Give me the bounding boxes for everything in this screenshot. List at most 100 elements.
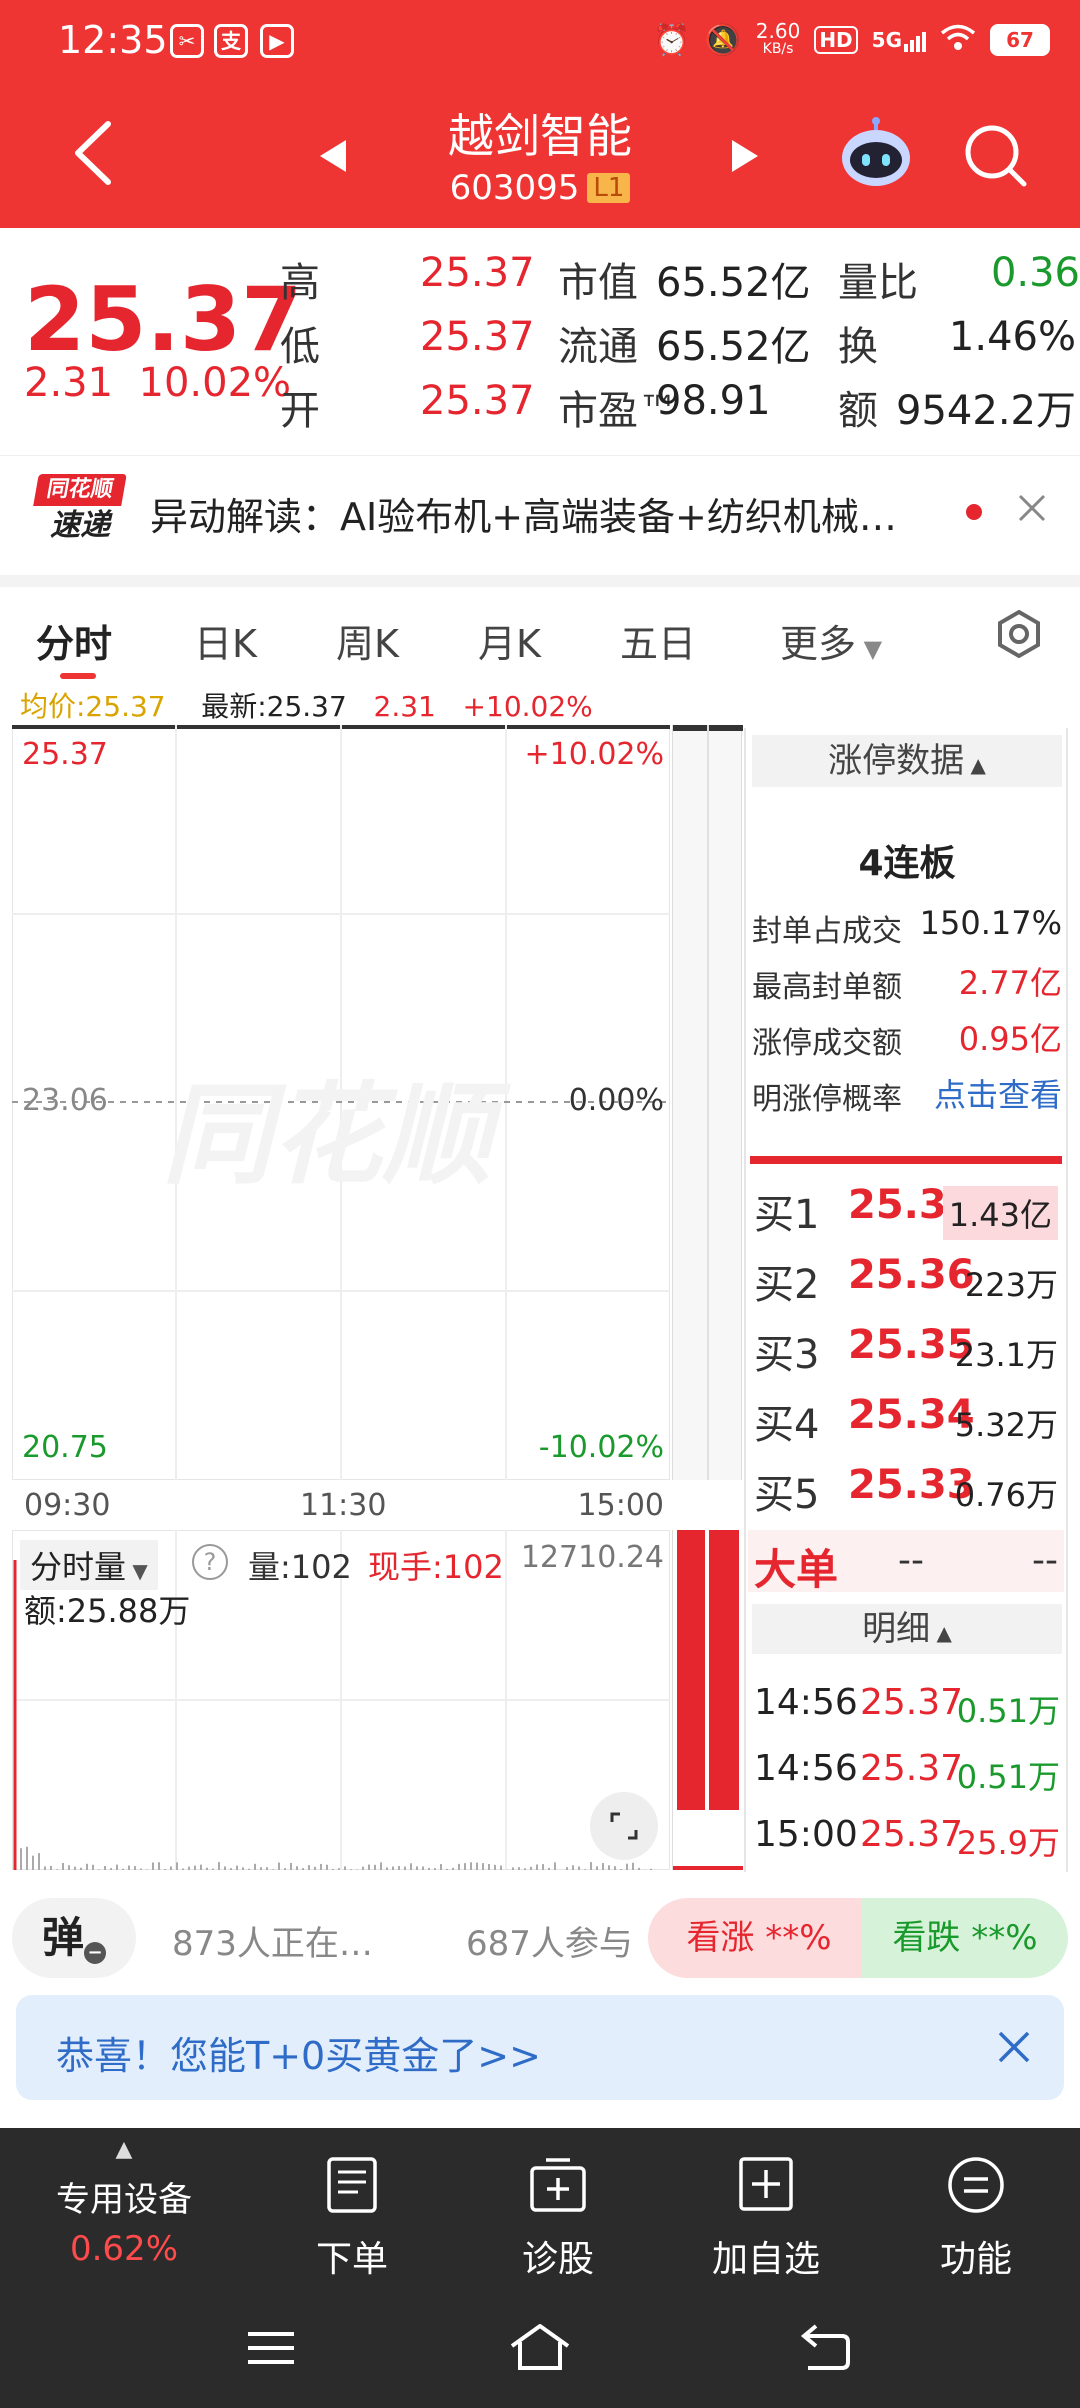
big-order-value-2: -- xyxy=(1032,1540,1058,1581)
stock-code: 603095 xyxy=(449,168,580,208)
stock-name: 越剑智能 xyxy=(448,109,632,163)
volume-amount: 额:25.88万 xyxy=(24,1592,191,1630)
bid-row[interactable]: 买5 25.33 0.76万 xyxy=(748,1452,1064,1520)
next-limit-prob-link[interactable]: 点击查看 xyxy=(934,1070,1062,1116)
intraday-chart[interactable]: 同花顺 25.37 +10.02% 23.06 0.00% 20.75 -10.… xyxy=(12,725,670,1480)
volume-dropdown[interactable]: 分时量 ▼ xyxy=(20,1540,158,1590)
help-icon[interactable]: ? xyxy=(192,1544,228,1580)
limit-up-header-label: 涨停数据 xyxy=(828,741,965,781)
online-count: 873人正在… xyxy=(172,1924,373,1964)
market-cap-value: 65.52亿 xyxy=(656,260,811,306)
system-home-button[interactable] xyxy=(508,2322,572,2376)
danmu-button[interactable]: 弹 − xyxy=(12,1898,136,1978)
panel-divider xyxy=(750,1156,1062,1164)
volume-bar xyxy=(410,1863,412,1870)
wifi-icon xyxy=(940,24,976,57)
volume-bar xyxy=(368,1864,370,1870)
time-axis-end: 15:00 xyxy=(577,1488,664,1523)
tab-five-day[interactable]: 五日 xyxy=(620,613,696,668)
bid-row[interactable]: 买4 25.34 5.32万 xyxy=(748,1382,1064,1450)
bid-volume: 0.76万 xyxy=(954,1476,1058,1514)
close-icon[interactable] xyxy=(996,2029,1032,2069)
volume-bar xyxy=(272,1869,274,1870)
nav-order-label: 下单 xyxy=(315,2239,388,2280)
detail-price: 25.37 xyxy=(860,1814,964,1855)
logo-top-text: 同花顺 xyxy=(33,474,127,506)
bid-price: 25.36 xyxy=(848,1252,975,1298)
bid-volume: 5.32万 xyxy=(954,1406,1058,1444)
volume-bar xyxy=(68,1865,70,1870)
fullscreen-icon[interactable] xyxy=(590,1792,658,1860)
detail-list: 14:56 25.37 0.51万 14:56 25.37 0.51万 15:0… xyxy=(752,1676,1062,1876)
volume-bar xyxy=(302,1868,304,1870)
bid-row[interactable]: 买2 25.36 223万 xyxy=(748,1242,1064,1310)
nav-special-pct: 0.62% xyxy=(69,2229,178,2269)
tonghuashun-express-logo: 同花顺 速递 xyxy=(33,474,127,548)
detail-header[interactable]: 明细 ▲ xyxy=(752,1604,1062,1654)
robot-assistant-icon[interactable] xyxy=(838,116,914,196)
volume-bar xyxy=(578,1866,580,1870)
high-value: 25.37 xyxy=(420,250,535,296)
volume-bar xyxy=(230,1868,232,1870)
volume-chart[interactable]: 分时量 ▼ ? 量:102 现手:102 12710.24 额:25.88万 xyxy=(12,1530,670,1870)
bid-label: 买4 xyxy=(754,1402,820,1448)
chevron-down-icon: ▼ xyxy=(856,635,883,663)
tab-intraday[interactable]: 分时 xyxy=(36,613,112,668)
volume-bar xyxy=(530,1866,532,1870)
banner-text[interactable]: 恭喜！您能T+0买黄金了>> xyxy=(56,2025,541,2080)
nav-special-label: 专用设备 xyxy=(56,2180,192,2220)
bearish-button[interactable]: 看跌 **% xyxy=(862,1898,1068,1978)
nav-diagnose[interactable]: 诊股 xyxy=(468,2156,648,2282)
nav-special-equipment[interactable]: ▲ 专用设备 0.62% xyxy=(34,2138,214,2288)
volume-bar xyxy=(392,1866,394,1870)
vote-bar: 弹 − 873人正在… 687人参与 看涨 **% 看跌 **% xyxy=(12,1898,1068,1978)
header: 12:35 ✂ 支 ▶ ⏰ 🔕 2.60 KB/s HD 5G 67 越剑智能 … xyxy=(0,0,1080,228)
volume-bar xyxy=(134,1866,136,1870)
volume-bar xyxy=(56,1869,58,1870)
limit-up-header[interactable]: 涨停数据 ▲ xyxy=(752,735,1062,787)
volume-bar xyxy=(62,1862,64,1870)
nav-order[interactable]: 下单 xyxy=(262,2156,442,2282)
volume-bar xyxy=(74,1866,76,1870)
volume-bar xyxy=(50,1865,52,1870)
news-text[interactable]: 异动解读：AI验布机+高端装备+纺织机械… xyxy=(150,486,897,541)
bid-label: 买1 xyxy=(754,1192,820,1238)
limit-turnover-label: 涨停成交额 xyxy=(752,1026,902,1061)
volume-bar xyxy=(170,1866,172,1870)
tab-daily-k[interactable]: 日K xyxy=(194,613,257,668)
nav-add-watchlist[interactable]: 加自选 xyxy=(676,2156,856,2282)
bid-row[interactable]: 买3 25.35 23.1万 xyxy=(748,1312,1064,1380)
latest-pct: +10.02% xyxy=(462,690,593,723)
volume-bar xyxy=(488,1864,490,1870)
volume-value: 量:102 xyxy=(248,1548,352,1586)
auction-strip xyxy=(672,725,743,1480)
tab-weekly-k[interactable]: 周K xyxy=(336,613,399,668)
search-icon[interactable] xyxy=(962,122,1028,192)
bid-row[interactable]: 买1 25.37 1.43亿 xyxy=(748,1172,1064,1240)
volume-bar xyxy=(446,1868,448,1870)
close-icon[interactable] xyxy=(1016,492,1048,528)
bullish-button[interactable]: 看涨 **% xyxy=(648,1898,870,1978)
tab-monthly-k[interactable]: 月K xyxy=(478,613,541,668)
promo-banner[interactable]: 恭喜！您能T+0买黄金了>> xyxy=(16,1995,1064,2100)
nav-functions[interactable]: 功能 xyxy=(886,2156,1066,2282)
volume-bar xyxy=(458,1863,460,1870)
volume-bar xyxy=(98,1869,100,1870)
volume-bar xyxy=(266,1867,268,1870)
right-panel-border xyxy=(744,728,746,1872)
system-back-button[interactable] xyxy=(798,2322,852,2376)
turnover-value: 1.46% xyxy=(948,314,1076,360)
next-stock-button[interactable] xyxy=(730,138,760,178)
video-notification-icon: ▶ xyxy=(260,24,294,58)
volume-bar xyxy=(614,1866,616,1870)
big-order-row[interactable]: 大单 -- -- xyxy=(748,1530,1064,1594)
tab-more[interactable]: 更多 ▼ xyxy=(780,613,882,668)
volume-bar xyxy=(182,1868,184,1870)
current-hand: 现手:102 xyxy=(368,1548,504,1586)
volume-bar xyxy=(494,1864,496,1870)
volume-bar xyxy=(404,1866,406,1870)
volume-bar xyxy=(206,1867,208,1870)
settings-icon[interactable] xyxy=(994,609,1044,663)
news-ticker[interactable]: 同花顺 速递 异动解读：AI验布机+高端装备+纺织机械… xyxy=(0,455,1080,565)
system-menu-button[interactable] xyxy=(246,2328,296,2372)
